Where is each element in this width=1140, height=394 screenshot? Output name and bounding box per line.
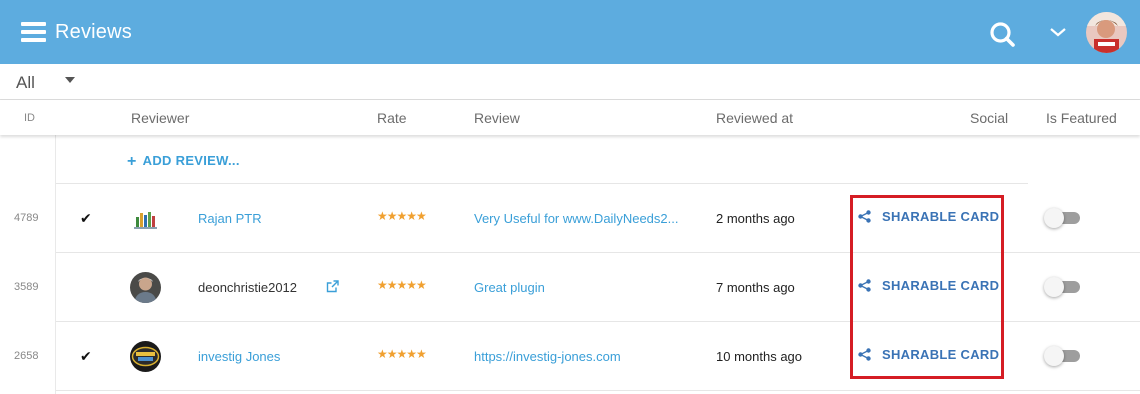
column-header-id[interactable]: ID: [24, 112, 35, 124]
review-text-link[interactable]: Great plugin: [474, 280, 684, 295]
share-icon: [858, 209, 871, 223]
filter-value: All: [16, 73, 35, 92]
sharable-card-label: SHARABLE CARD: [882, 208, 1000, 224]
filter-bar: All: [0, 64, 1140, 100]
reviewer-name: deonchristie2012: [198, 280, 298, 295]
star-rating: ★★★★★: [377, 347, 427, 361]
sharable-card-label: SHARABLE CARD: [882, 277, 1000, 293]
reviewed-at: 10 months ago: [716, 349, 803, 364]
sharable-card-button[interactable]: SHARABLE CARD: [858, 342, 999, 366]
review-text-link[interactable]: https://investig-jones.com: [474, 349, 684, 364]
external-link-icon[interactable]: [326, 280, 339, 293]
user-avatar[interactable]: [1086, 12, 1127, 53]
plus-icon: +: [127, 153, 137, 170]
column-header-featured: Is Featured: [1046, 110, 1117, 126]
page-title: Reviews: [55, 21, 132, 43]
reviewer-avatar: [130, 272, 161, 303]
star-rating: ★★★★★: [377, 209, 427, 223]
table-row: 2658 ✔ investig Jones ★★★★★ https://inve…: [0, 322, 1140, 391]
featured-toggle[interactable]: [1044, 208, 1080, 228]
table-row: 4789 ✔ Rajan PTR ★★★★★ Very Useful for w…: [0, 184, 1140, 253]
review-text-link[interactable]: Very Useful for www.DailyNeeds2...: [474, 211, 684, 226]
featured-toggle[interactable]: [1044, 346, 1080, 366]
column-header-reviewer: Reviewer: [131, 110, 190, 126]
share-icon: [858, 278, 871, 292]
row-id: 4789: [14, 212, 39, 224]
reviewer-avatar: [130, 341, 161, 372]
add-review-button[interactable]: + ADD REVIEW...: [127, 152, 240, 170]
featured-toggle[interactable]: [1044, 277, 1080, 297]
row-id: 3589: [14, 281, 39, 293]
sharable-card-label: SHARABLE CARD: [882, 346, 1000, 362]
reviewer-name[interactable]: Rajan PTR: [198, 211, 262, 226]
search-icon[interactable]: [989, 21, 1016, 48]
dropdown-caret-icon[interactable]: [65, 77, 75, 83]
check-icon: ✔: [80, 210, 92, 226]
sharable-card-button[interactable]: SHARABLE CARD: [858, 204, 999, 228]
add-review-label: ADD REVIEW...: [142, 153, 240, 168]
share-icon: [858, 347, 871, 361]
reviewed-at: 2 months ago: [716, 211, 795, 226]
star-rating: ★★★★★: [377, 278, 427, 292]
chevron-down-icon[interactable]: [1048, 25, 1068, 39]
menu-icon[interactable]: [21, 22, 46, 43]
reviewed-at: 7 months ago: [716, 280, 795, 295]
table-row: 3589 deonchristie2012 ★★★★★ Great plugin…: [0, 253, 1140, 322]
reviewer-name[interactable]: investig Jones: [198, 349, 280, 364]
column-header-reviewed-at: Reviewed at: [716, 110, 794, 126]
app-header: Reviews: [0, 0, 1140, 64]
column-header-social: Social: [970, 110, 1009, 126]
column-header-review: Review: [474, 110, 520, 126]
row-id: 2658: [14, 350, 39, 362]
table-header: ID Reviewer Rate Review Reviewed at Soci…: [0, 100, 1140, 135]
sharable-card-button[interactable]: SHARABLE CARD: [858, 273, 999, 297]
column-header-rate: Rate: [377, 110, 407, 126]
reviewer-avatar: [130, 203, 161, 234]
check-icon: ✔: [80, 348, 92, 364]
